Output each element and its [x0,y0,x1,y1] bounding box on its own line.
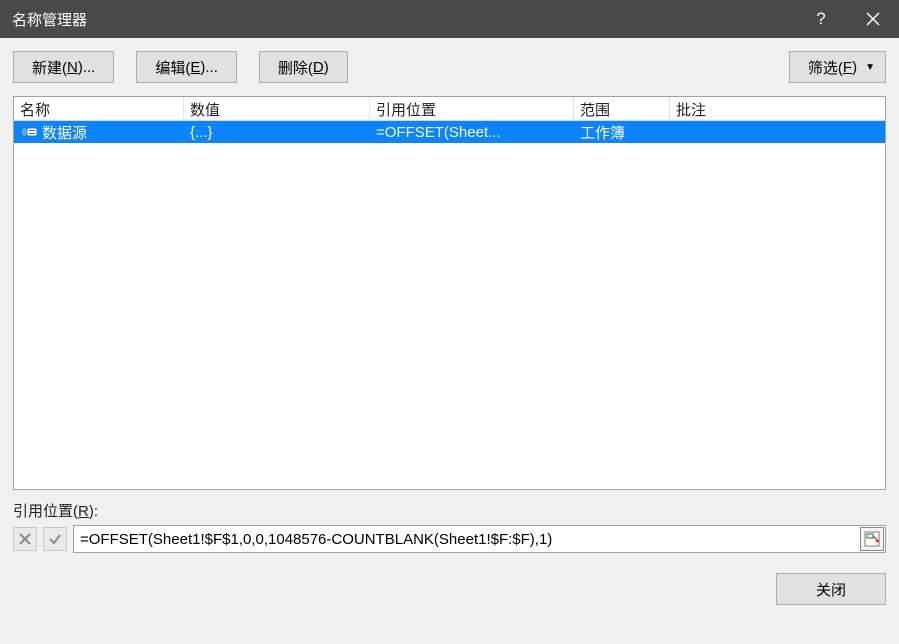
list-row[interactable]: 数据源 {...} =OFFSET(Sheet... 工作簿 [14,121,885,143]
list-header: 名称 数值 引用位置 范围 批注 [14,97,885,121]
column-header-value[interactable]: 数值 [184,97,370,120]
cell-value: {...} [184,124,370,141]
name-manager-dialog: 名称管理器 ? 新建(N)... 编辑(E)... 删除(D) 筛选(F) ▼ … [0,0,899,644]
chevron-down-icon: ▼ [865,62,875,73]
cancel-edit-button[interactable] [13,527,37,551]
range-selector-button[interactable] [860,527,884,551]
refers-to-label: 引用位置(R): [13,500,886,521]
delete-button[interactable]: 删除(D) [259,51,348,83]
cell-name: 数据源 [14,122,184,143]
column-header-ref[interactable]: 引用位置 [370,97,574,120]
cell-name-text: 数据源 [42,122,87,143]
close-icon[interactable] [847,0,899,38]
names-list: 名称 数值 引用位置 范围 批注 数据源 [13,96,886,490]
toolbar: 新建(N)... 编辑(E)... 删除(D) 筛选(F) ▼ [0,38,899,96]
refers-to-input[interactable] [73,525,886,553]
list-body: 数据源 {...} =OFFSET(Sheet... 工作簿 [14,121,885,489]
commit-edit-button[interactable] [43,527,67,551]
new-button[interactable]: 新建(N)... [13,51,114,83]
titlebar: 名称管理器 ? [0,0,899,38]
footer: 关闭 [0,553,899,618]
dialog-title: 名称管理器 [12,9,795,30]
refers-to-section: 引用位置(R): [0,490,899,553]
column-header-scope[interactable]: 范围 [574,97,670,120]
help-button[interactable]: ? [795,0,847,38]
column-header-note[interactable]: 批注 [670,97,885,120]
cell-ref: =OFFSET(Sheet... [370,124,574,141]
edit-button[interactable]: 编辑(E)... [136,51,237,83]
column-header-name[interactable]: 名称 [14,97,184,120]
close-button[interactable]: 关闭 [776,573,886,605]
cell-scope: 工作簿 [574,122,670,143]
filter-button[interactable]: 筛选(F) ▼ [789,51,886,83]
defined-name-icon [20,126,38,138]
